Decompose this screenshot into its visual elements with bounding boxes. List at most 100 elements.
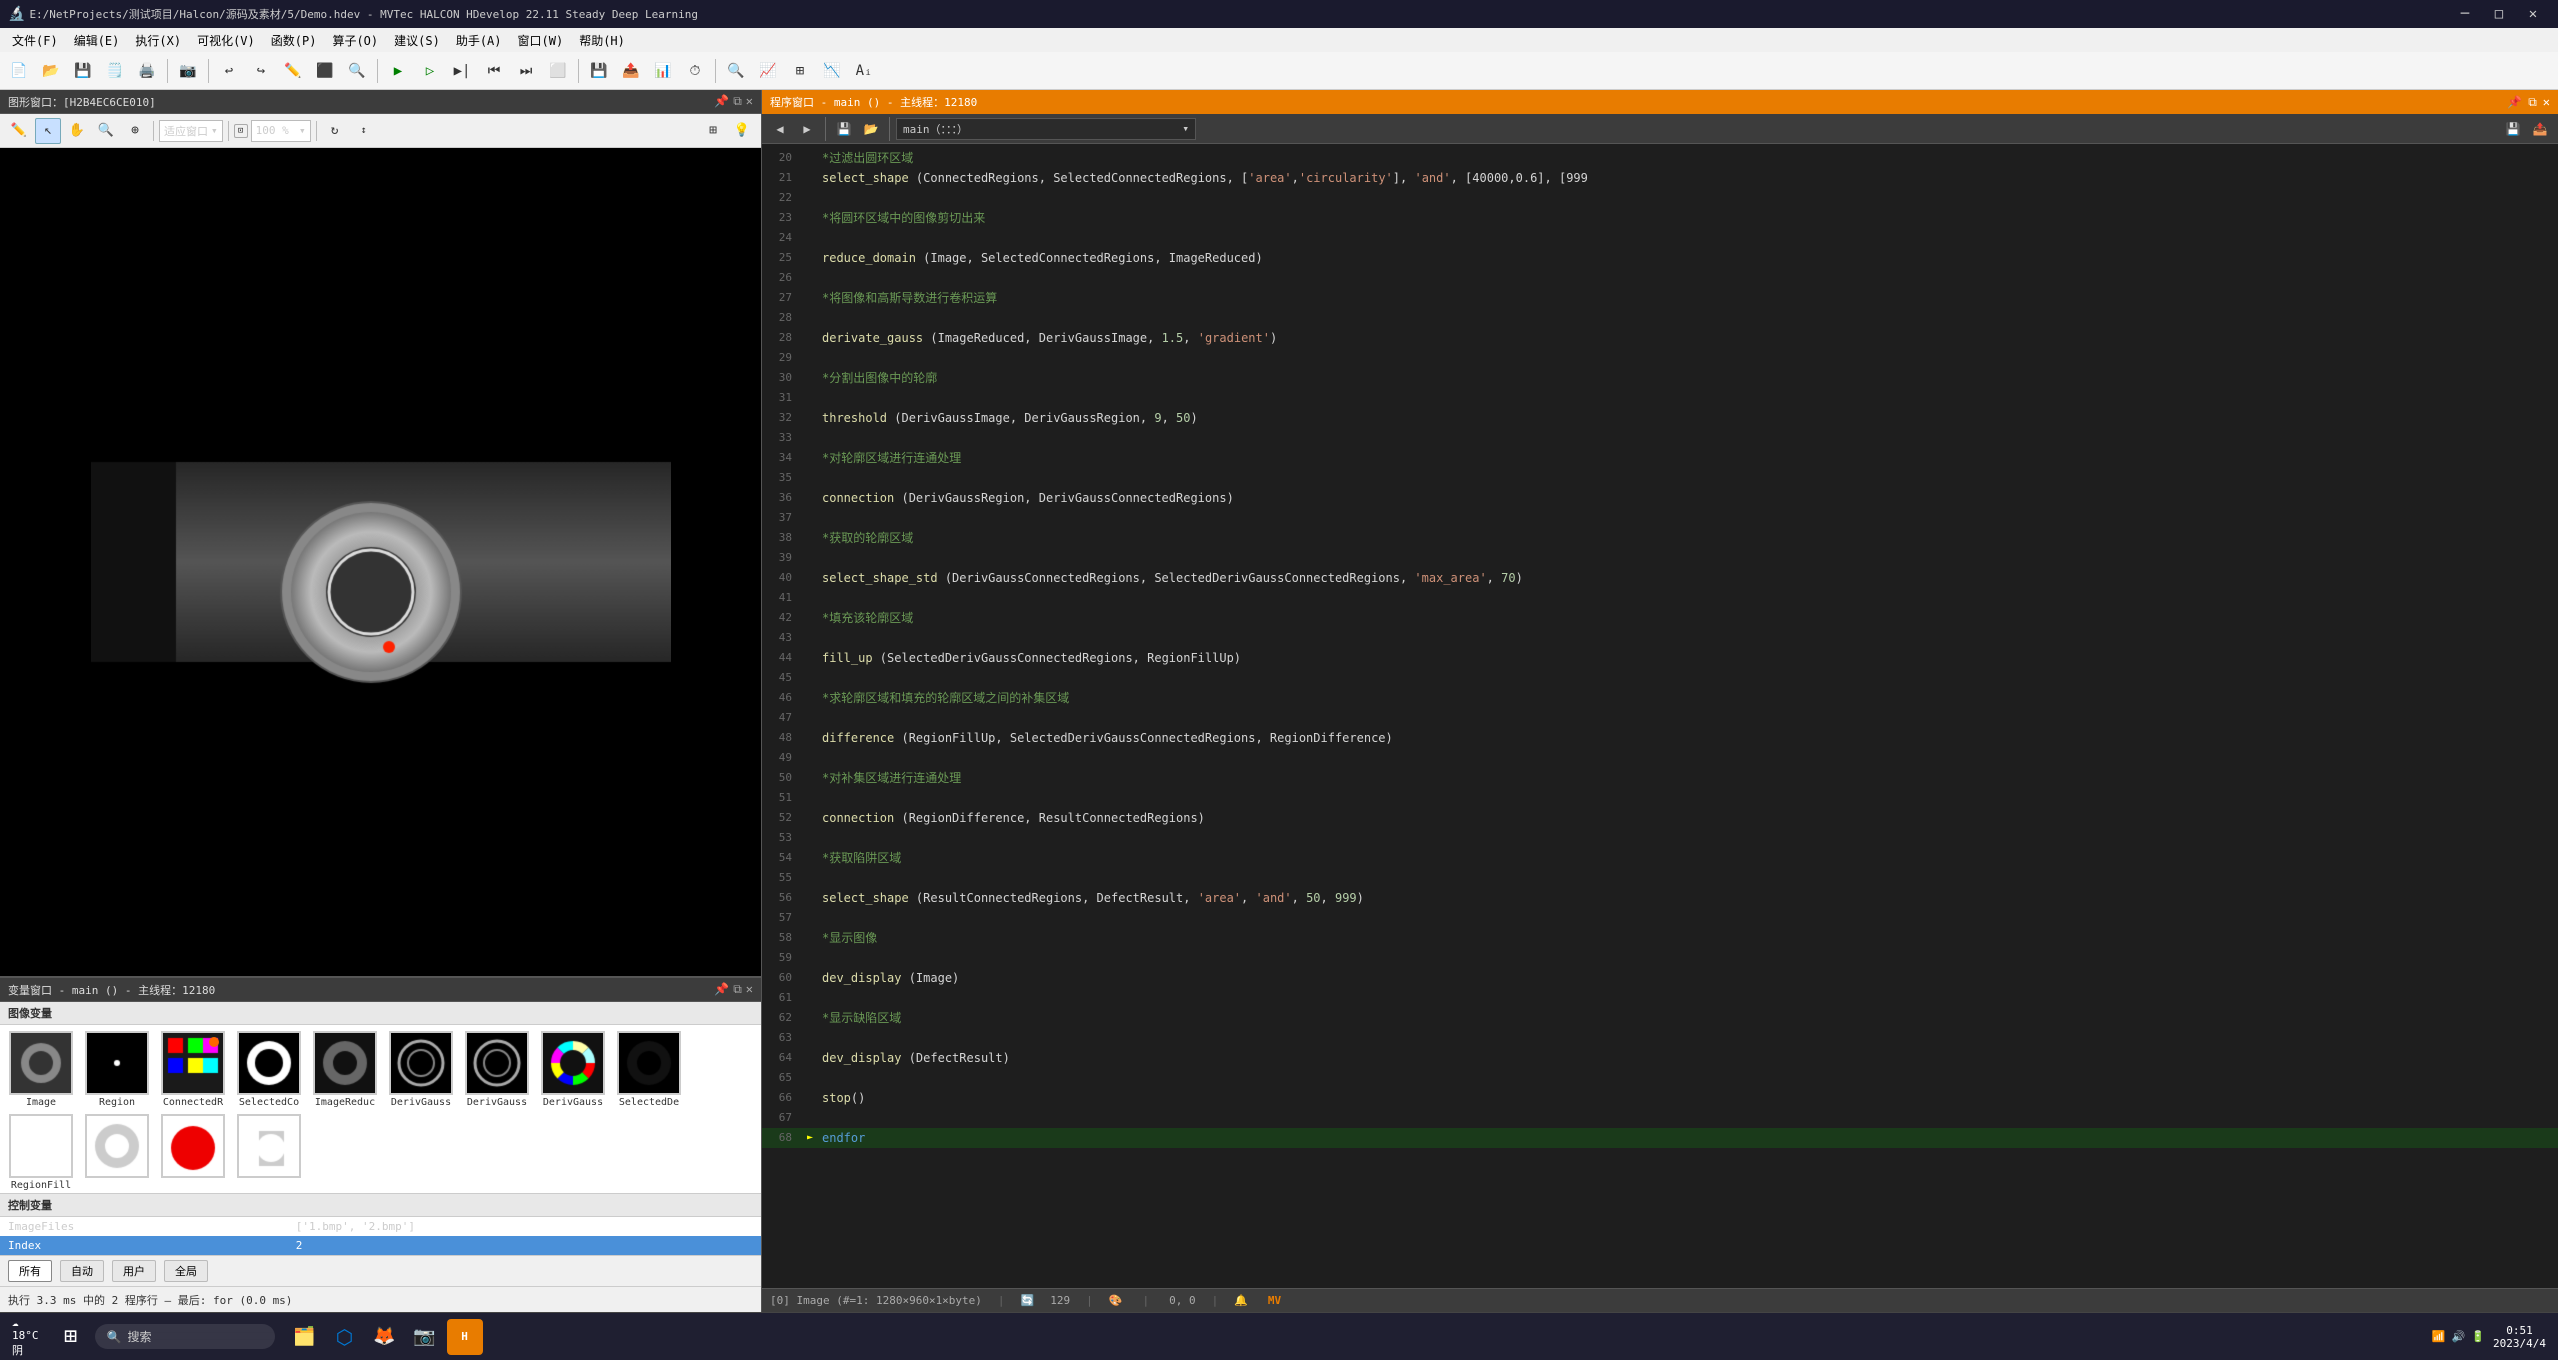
code-line[interactable]: 34*对轮廓区域进行连通处理 [762,448,2558,468]
menu-visualize[interactable]: 可视化(V) [189,28,263,52]
gfx-flip-button[interactable]: ↕ [351,118,377,144]
menu-operators[interactable]: 算子(O) [324,28,386,52]
var-red-blob[interactable] [158,1114,228,1191]
code-line[interactable]: 43 [762,628,2558,648]
var-image[interactable]: Image [6,1031,76,1108]
code-nav-back[interactable]: ◀ [768,117,792,141]
filter-all-button[interactable]: 所有 [8,1260,52,1282]
var-ring-white[interactable] [82,1114,152,1191]
filter-global-button[interactable]: 全局 [164,1260,208,1282]
save-as-button[interactable]: 🗒️ [100,56,130,86]
gfx-zoom-in-button[interactable]: ⊕ [122,118,148,144]
taskbar-app-browser2[interactable]: 🦊 [367,1319,403,1355]
chart-button[interactable]: 📈 [753,56,783,86]
load-state-button[interactable]: 📤 [616,56,646,86]
prev-button[interactable]: ⏮ [479,56,509,86]
code-line[interactable]: 44fill_up (SelectedDerivGaussConnectedRe… [762,648,2558,668]
new-file-button[interactable]: 📄 [4,56,34,86]
filter-user-button[interactable]: 用户 [112,1260,156,1282]
code-line[interactable]: 32threshold (DerivGaussImage, DerivGauss… [762,408,2558,428]
code-line[interactable]: 66stop() [762,1088,2558,1108]
code-line[interactable]: 21select_shape (ConnectedRegions, Select… [762,168,2558,188]
code-pin-icon[interactable]: 📌 [2507,95,2522,110]
code-line[interactable]: 38*获取的轮廓区域 [762,528,2558,548]
redo-button[interactable]: ↪ [246,56,276,86]
code-line[interactable]: 23*将圆环区域中的图像剪切出来 [762,208,2558,228]
code-line[interactable]: 58*显示图像 [762,928,2558,948]
next-button[interactable]: ⏭ [511,56,541,86]
menu-file[interactable]: 文件(F) [4,28,66,52]
graphics-pin-icon[interactable]: 📌 [714,94,729,109]
menu-help[interactable]: 帮助(H) [571,28,633,52]
code-line[interactable]: 52connection (RegionDifference, ResultCo… [762,808,2558,828]
gfx-layers-button[interactable]: ⊞ [700,118,726,144]
print-button[interactable]: 🖨️ [132,56,162,86]
code-line[interactable]: 60dev_display (Image) [762,968,2558,988]
taskbar-clock[interactable]: 0:51 2023/4/4 [2493,1324,2546,1350]
var-derivgauss1[interactable]: DerivGauss [386,1031,456,1108]
code-line[interactable]: 54*获取陷阱区域 [762,848,2558,868]
code-save-btn[interactable]: 💾 [832,117,856,141]
code-line[interactable]: 45 [762,668,2558,688]
gfx-rotate-button[interactable]: ↻ [322,118,348,144]
code-line[interactable]: 57 [762,908,2558,928]
timer-button[interactable]: ⏱ [680,56,710,86]
code-line[interactable]: 37 [762,508,2558,528]
vars-pin-icon[interactable]: 📌 [714,982,729,997]
code-line[interactable]: 47 [762,708,2558,728]
code-line[interactable]: 59 [762,948,2558,968]
volume-icon[interactable]: 🔊 [2452,1330,2466,1343]
debug-button[interactable]: ⬛ [310,56,340,86]
code-line[interactable]: 62*显示缺陷区域 [762,1008,2558,1028]
gfx-fit-dropdown[interactable]: 适应窗口 ▾ [159,120,223,142]
code-line[interactable]: 22 [762,188,2558,208]
code-line[interactable]: 29 [762,348,2558,368]
taskbar-search[interactable]: 🔍 搜索 [95,1324,275,1349]
edit-button[interactable]: ✏️ [278,56,308,86]
code-line[interactable]: 36connection (DerivGaussRegion, DerivGau… [762,488,2558,508]
run-button[interactable]: ▶ [383,56,413,86]
code-line[interactable]: 48difference (RegionFillUp, SelectedDeri… [762,728,2558,748]
code-save-right-btn[interactable]: 💾 [2501,117,2525,141]
code-export-btn[interactable]: 📤 [2528,117,2552,141]
step-button[interactable]: ▶| [447,56,477,86]
var-regionfill[interactable]: RegionFill [6,1114,76,1191]
taskbar-app-browser1[interactable]: ⬡ [327,1319,363,1355]
var-derivgauss2[interactable]: DerivGauss [462,1031,532,1108]
menu-assistant[interactable]: 助手(A) [448,28,510,52]
code-line[interactable]: 67 [762,1108,2558,1128]
code-line[interactable]: 30*分割出图像中的轮廓 [762,368,2558,388]
code-line[interactable]: 51 [762,788,2558,808]
save-button[interactable]: 💾 [68,56,98,86]
code-line[interactable]: 64dev_display (DefectResult) [762,1048,2558,1068]
ctrl-row-index[interactable]: Index 2 [0,1236,761,1255]
code-line[interactable]: 53 [762,828,2558,848]
gfx-hand-button[interactable]: ✋ [64,118,90,144]
taskbar-app-photos[interactable]: 📷 [407,1319,443,1355]
code-line[interactable]: 61 [762,988,2558,1008]
code-func-dropdown[interactable]: main（：：：） ▾ [896,118,1196,140]
var-selectedde[interactable]: SelectedDe [614,1031,684,1108]
code-line[interactable]: 65 [762,1068,2558,1088]
save-state-button[interactable]: 💾 [584,56,614,86]
ctrl-row-imagefiles[interactable]: ImageFiles ['1.bmp', '2.bmp'] [0,1217,761,1236]
code-nav-fwd[interactable]: ▶ [795,117,819,141]
var-connected[interactable]: ConnectedR [158,1031,228,1108]
code-line[interactable]: 55 [762,868,2558,888]
code-line[interactable]: 20*过滤出圆环区域 [762,148,2558,168]
code-line[interactable]: 26 [762,268,2558,288]
code-float-icon[interactable]: ⧉ [2528,95,2537,110]
code-area[interactable]: 20*过滤出圆环区域21select_shape (ConnectedRegio… [762,144,2558,1288]
taskbar-start-button[interactable]: ⊞ [51,1317,91,1357]
menu-edit[interactable]: 编辑(E) [66,28,128,52]
gfx-magnify-button[interactable]: 🔍 [93,118,119,144]
gfx-draw-button[interactable]: ✏️ [6,118,32,144]
code-line[interactable]: 68►endfor [762,1128,2558,1148]
var-derivgauss3[interactable]: DerivGauss [538,1031,608,1108]
var-imagereduced[interactable]: ImageReduc [310,1031,380,1108]
maximize-button[interactable]: □ [2482,0,2516,28]
network-icon[interactable]: 📶 [2432,1330,2446,1343]
stop-button[interactable]: ⬜ [543,56,573,86]
run-all-button[interactable]: ▷ [415,56,445,86]
menu-window[interactable]: 窗口(W) [510,28,572,52]
